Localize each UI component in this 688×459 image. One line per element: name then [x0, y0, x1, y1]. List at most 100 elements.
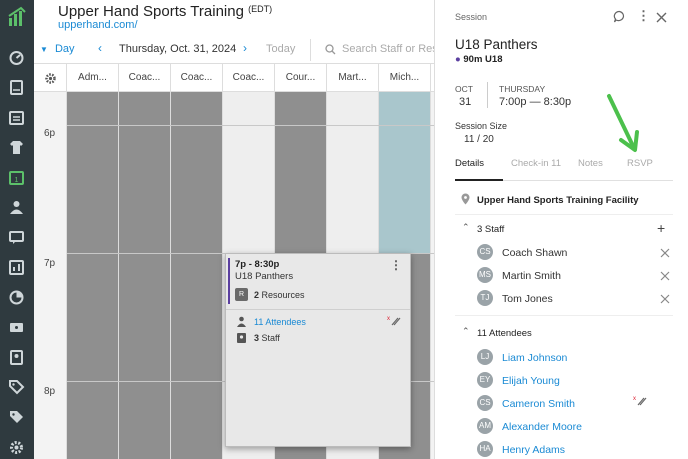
add-staff-icon[interactable]: + — [657, 220, 665, 236]
chevron-up-icon[interactable]: ⌃ — [462, 222, 470, 233]
session-title: U18 Panthers — [455, 37, 538, 52]
view-select[interactable]: ▼ Day — [40, 43, 75, 55]
team-icon[interactable] — [8, 199, 25, 216]
today-button[interactable]: Today — [266, 43, 295, 55]
event-time: 7p - 8:30p — [235, 259, 280, 270]
time-label: 8p — [44, 386, 56, 397]
panel-header-label: Session — [455, 12, 488, 22]
event-name: U18 Panthers — [235, 271, 294, 282]
tab-details[interactable]: Details — [455, 158, 484, 169]
more-vertical-icon[interactable]: ⋮ — [390, 258, 402, 272]
column-header[interactable]: Cour... — [275, 64, 327, 92]
column-header[interactable]: Coac... — [119, 64, 171, 92]
upper-hand-logo-icon[interactable] — [7, 6, 29, 28]
attendee-link[interactable]: Alexander Moore — [502, 421, 582, 433]
column-header[interactable]: Coac... — [223, 64, 275, 92]
staff-name: Coach Shawn — [502, 247, 568, 259]
close-icon[interactable] — [656, 12, 667, 23]
contacts-icon[interactable] — [8, 349, 25, 366]
avatar: CS — [477, 395, 493, 411]
jersey-icon[interactable] — [8, 139, 25, 156]
tab-checkin[interactable]: Check-in 11 — [511, 158, 561, 169]
remove-staff-icon[interactable] — [660, 271, 670, 281]
ticket-icon[interactable] — [8, 319, 25, 336]
person-icon — [237, 316, 246, 327]
price-tag-icon[interactable] — [8, 409, 25, 426]
avatar: MS — [477, 267, 493, 283]
chevron-up-icon[interactable]: ⌃ — [462, 326, 470, 337]
calendar-icon[interactable]: 1 — [8, 169, 25, 186]
attendees-section-header[interactable]: 11 Attendees — [477, 328, 532, 339]
grid-column[interactable] — [119, 92, 171, 459]
resources-info: 2 Resources — [254, 290, 305, 300]
avatar: CS — [477, 244, 493, 260]
settings-gear-icon[interactable] — [8, 439, 25, 456]
tab-notes[interactable]: Notes — [578, 158, 603, 169]
staff-badge-icon — [237, 333, 246, 343]
left-nav-rail: 1 — [0, 0, 34, 459]
location-pin-icon — [461, 193, 470, 205]
more-vertical-icon[interactable]: ⋮ — [637, 8, 650, 24]
staff-name: Martin Smith — [502, 270, 561, 282]
column-header[interactable]: Adm... — [67, 64, 119, 92]
date-month: OCT — [455, 84, 473, 94]
chevron-left-icon[interactable]: ‹ — [98, 41, 102, 55]
calendar-toolbar: ▼ Day ‹ Thursday, Oct. 31, 2024 › Today … — [34, 36, 434, 64]
svg-text:x: x — [387, 316, 390, 322]
attendee-link[interactable]: Liam Johnson — [502, 352, 567, 364]
grid-column-highlighted[interactable] — [379, 92, 431, 253]
time-label: 7p — [44, 258, 56, 269]
column-header[interactable]: Mich... — [379, 64, 431, 92]
session-detail-panel: Session ⋮ U18 Panthers ● 90m U18 OCT 31 … — [434, 0, 688, 459]
dashboard-icon[interactable] — [8, 49, 25, 66]
time-label: 6p — [44, 128, 56, 139]
reports-icon[interactable] — [8, 259, 25, 276]
no-checkin-icon: x — [387, 316, 401, 326]
session-subtitle: ● 90m U18 — [455, 54, 503, 65]
app-title: Upper Hand Sports Training (EDT) — [58, 3, 273, 20]
messages-icon[interactable] — [8, 229, 25, 246]
avatar: EY — [477, 372, 493, 388]
no-checkin-icon[interactable]: x — [633, 395, 647, 407]
grid-column[interactable] — [67, 92, 119, 459]
column-header[interactable]: Coac... — [171, 64, 223, 92]
date-day: 31 — [459, 96, 472, 108]
resource-badge: R — [235, 288, 248, 301]
search-input[interactable]: Search Staff or Resources — [342, 43, 434, 55]
date-weekday: THURSDAY — [499, 84, 546, 94]
avatar: AM — [477, 418, 493, 434]
column-header[interactable]: Mart... — [327, 64, 379, 92]
session-size-value: 11 / 20 — [464, 134, 494, 145]
tag-icon[interactable] — [8, 379, 25, 396]
timezone-label: (EDT) — [248, 4, 273, 14]
staff-section-header[interactable]: 3 Staff — [477, 224, 504, 235]
svg-text:1: 1 — [15, 177, 19, 184]
session-size-label: Session Size — [455, 121, 508, 131]
time-range: 7:00p — 8:30p — [499, 96, 572, 108]
attendee-link[interactable]: Henry Adams — [502, 444, 565, 456]
attendee-link[interactable]: Elijah Young — [502, 375, 560, 387]
svg-text:x: x — [633, 396, 636, 402]
book-icon[interactable] — [8, 79, 25, 96]
avatar: HA — [477, 441, 493, 457]
remove-staff-icon[interactable] — [660, 248, 670, 258]
gear-icon — [45, 73, 56, 84]
green-arrow-icon — [607, 94, 639, 152]
pie-chart-icon[interactable] — [8, 289, 25, 306]
chevron-right-icon[interactable]: › — [243, 41, 247, 55]
tab-rsvp[interactable]: RSVP — [627, 158, 653, 169]
remove-staff-icon[interactable] — [660, 294, 670, 304]
calendar-list-icon[interactable] — [8, 109, 25, 126]
app-url-link[interactable]: upperhand.com/ — [58, 19, 138, 31]
active-tab-indicator — [455, 179, 503, 181]
avatar: TJ — [477, 290, 493, 306]
grid-column[interactable] — [171, 92, 223, 459]
staff-info: 3 Staff — [254, 333, 280, 343]
attendee-link[interactable]: Cameron Smith — [502, 398, 575, 410]
avatar: LJ — [477, 349, 493, 365]
grid-settings-button[interactable] — [34, 64, 67, 92]
attendees-link[interactable]: 11 Attendees — [254, 317, 306, 327]
time-column: 6p 7p 8p — [34, 92, 67, 459]
comment-icon[interactable] — [613, 10, 626, 23]
event-card[interactable]: 7p - 8:30p U18 Panthers ⋮ R 2 Resources … — [225, 253, 411, 447]
